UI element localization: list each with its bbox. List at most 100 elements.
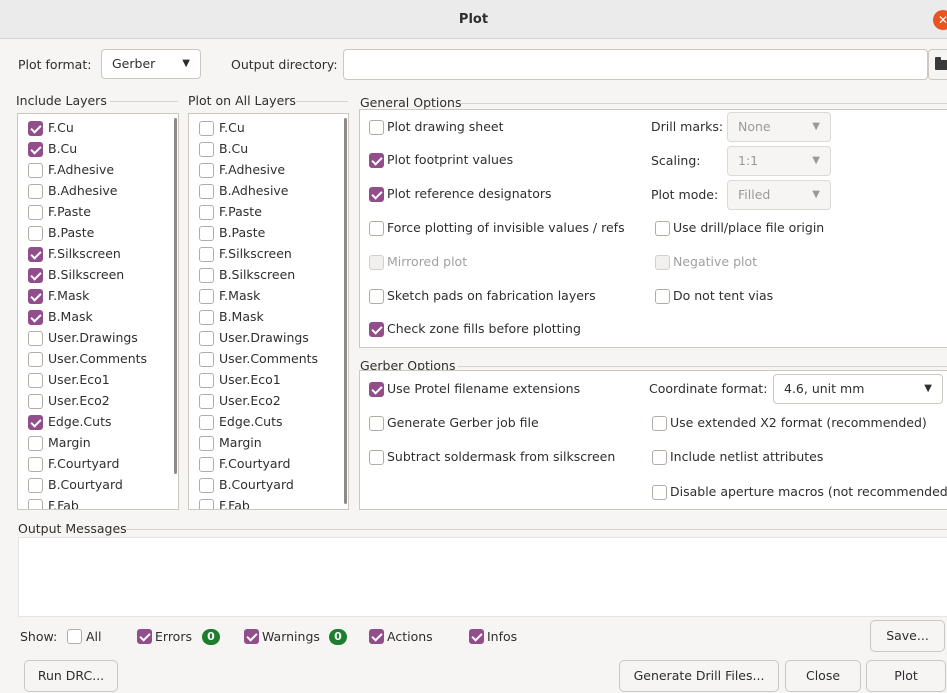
output-messages-area[interactable] [18, 537, 947, 617]
checkbox[interactable] [199, 352, 214, 367]
checkbox [655, 255, 670, 270]
run-drc-button[interactable]: Run DRC... [24, 660, 118, 692]
errors-count-badge: 0 [202, 629, 220, 645]
browse-folder-button[interactable] [928, 49, 947, 80]
checkbox[interactable] [199, 205, 214, 220]
checkbox [369, 255, 384, 270]
layer-label: B.Cu [48, 141, 78, 156]
checkbox[interactable] [28, 268, 43, 283]
checkbox[interactable] [369, 416, 384, 431]
checkbox[interactable] [199, 289, 214, 304]
include-layers-list[interactable]: F.Cu B.Cu F.Adhesive B.Adhesive F.Paste B.Pas… [17, 113, 179, 510]
checkbox[interactable] [199, 373, 214, 388]
plot-format-label: Plot format: [18, 57, 92, 72]
checkbox[interactable] [369, 120, 384, 135]
checkbox[interactable] [199, 331, 214, 346]
checkbox[interactable] [655, 289, 670, 304]
group-divider [125, 529, 947, 530]
checkbox[interactable] [199, 268, 214, 283]
plot-format-value: Gerber [112, 56, 156, 71]
layer-label: B.Adhesive [219, 183, 289, 198]
checkbox[interactable] [199, 436, 214, 451]
title-bar: Plot ✕ [0, 0, 947, 39]
scaling-label: Scaling: [651, 153, 701, 168]
checkbox[interactable] [369, 187, 384, 202]
checkbox[interactable] [655, 221, 670, 236]
checkbox[interactable] [199, 121, 214, 136]
checkbox[interactable] [28, 352, 43, 367]
checkbox[interactable] [137, 629, 152, 644]
checkbox[interactable] [199, 142, 214, 157]
checkbox[interactable] [199, 457, 214, 472]
checkbox[interactable] [652, 485, 667, 500]
close-icon[interactable]: ✕ [933, 10, 947, 30]
checkbox-label: Infos [487, 629, 518, 644]
checkbox-label: Mirrored plot [387, 254, 468, 269]
checkbox[interactable] [67, 629, 82, 644]
checkbox[interactable] [199, 415, 214, 430]
checkbox[interactable] [28, 436, 43, 451]
scrollbar[interactable] [174, 118, 177, 474]
checkbox[interactable] [369, 221, 384, 236]
save-messages-button[interactable]: Save... [870, 620, 945, 652]
drill-marks-select: None ▼ [727, 112, 831, 142]
checkbox[interactable] [28, 310, 43, 325]
layer-label: F.Cu [219, 120, 245, 135]
checkbox[interactable] [28, 289, 43, 304]
generate-drill-files-button[interactable]: Generate Drill Files... [619, 660, 779, 692]
layer-label: B.Paste [48, 225, 95, 240]
checkbox[interactable] [652, 450, 667, 465]
plot-all-layers-list[interactable]: F.Cu B.Cu F.Adhesive B.Adhesive F.Paste B.Pas… [188, 113, 349, 510]
checkbox[interactable] [199, 478, 214, 493]
checkbox[interactable] [28, 163, 43, 178]
window-title: Plot [458, 12, 489, 27]
checkbox[interactable] [28, 415, 43, 430]
checkbox[interactable] [652, 416, 667, 431]
checkbox[interactable] [28, 247, 43, 262]
scrollbar[interactable] [344, 118, 347, 504]
checkbox[interactable] [28, 394, 43, 409]
checkbox[interactable] [28, 226, 43, 241]
checkbox[interactable] [28, 478, 43, 493]
checkbox[interactable] [28, 373, 43, 388]
warnings-count-badge: 0 [329, 629, 347, 645]
checkbox[interactable] [199, 163, 214, 178]
output-messages-title: Output Messages [18, 521, 127, 536]
checkbox[interactable] [369, 450, 384, 465]
checkbox[interactable] [199, 394, 214, 409]
checkbox[interactable] [369, 153, 384, 168]
layer-label: Edge.Cuts [219, 414, 283, 429]
layer-label: User.Drawings [219, 330, 309, 345]
checkbox[interactable] [28, 457, 43, 472]
checkbox[interactable] [28, 184, 43, 199]
checkbox[interactable] [199, 226, 214, 241]
checkbox-label: All [86, 629, 102, 644]
checkbox[interactable] [199, 247, 214, 262]
checkbox[interactable] [244, 629, 259, 644]
checkbox[interactable] [28, 331, 43, 346]
checkbox[interactable] [369, 629, 384, 644]
checkbox[interactable] [28, 121, 43, 136]
checkbox[interactable] [369, 382, 384, 397]
checkbox[interactable] [199, 310, 214, 325]
checkbox[interactable] [369, 322, 384, 337]
drill-marks-value: None [738, 119, 771, 134]
checkbox[interactable] [369, 289, 384, 304]
layer-label: User.Drawings [48, 330, 138, 345]
output-directory-input[interactable] [343, 49, 928, 80]
close-button[interactable]: Close [785, 660, 861, 692]
layer-label: User.Eco1 [48, 372, 110, 387]
layer-label: Margin [219, 435, 262, 450]
plot-format-select[interactable]: Gerber ▼ [101, 49, 201, 79]
layer-label: B.Courtyard [48, 477, 123, 492]
include-layers-title: Include Layers [16, 93, 107, 108]
checkbox[interactable] [28, 499, 43, 509]
checkbox[interactable] [469, 629, 484, 644]
plot-button[interactable]: Plot [866, 660, 946, 692]
checkbox[interactable] [199, 499, 214, 509]
coordinate-format-select[interactable]: 4.6, unit mm ▼ [773, 374, 943, 404]
layer-label: User.Eco2 [219, 393, 281, 408]
checkbox[interactable] [28, 205, 43, 220]
checkbox[interactable] [199, 184, 214, 199]
checkbox[interactable] [28, 142, 43, 157]
